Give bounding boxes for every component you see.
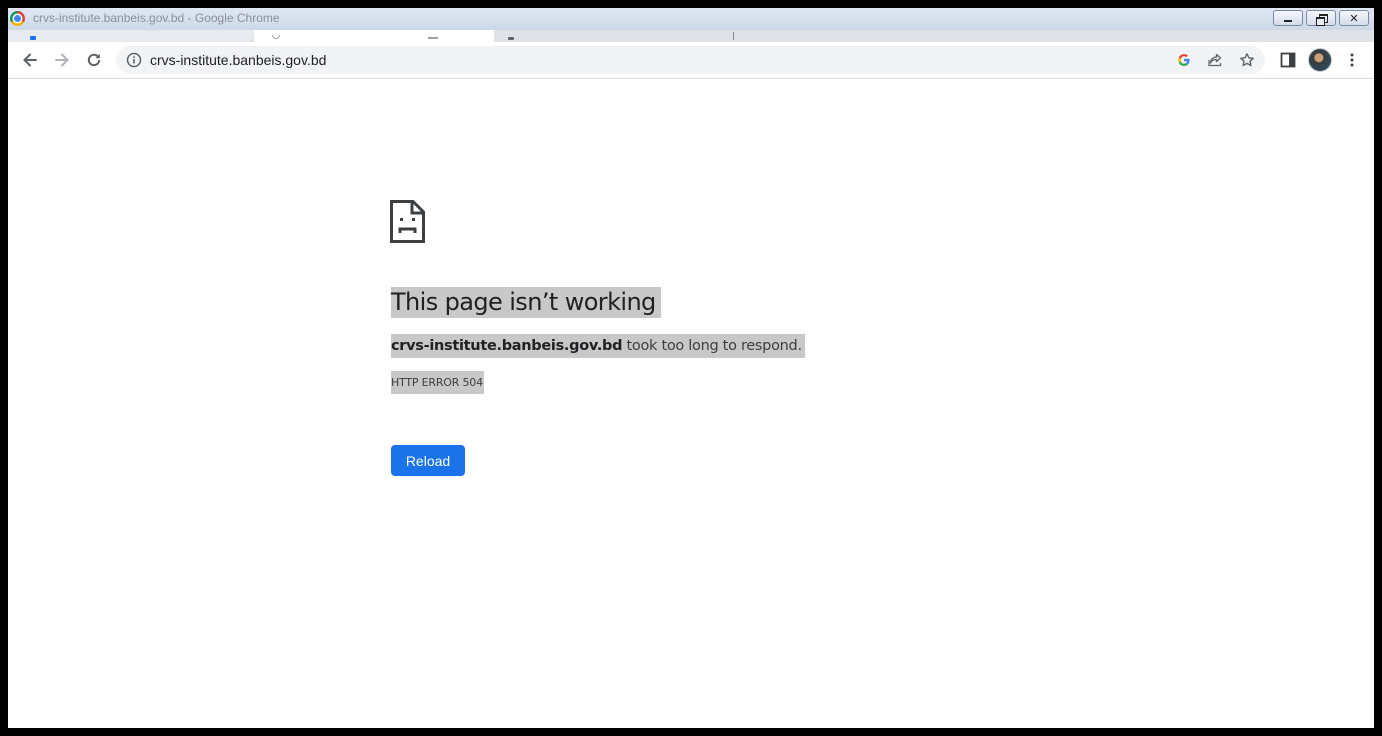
chrome-logo-icon xyxy=(10,11,25,26)
error-code: HTTP ERROR 504 xyxy=(391,371,484,394)
tab-background[interactable] xyxy=(494,30,746,42)
bookmark-star-icon[interactable] xyxy=(1238,51,1256,69)
restore-icon xyxy=(1315,13,1328,26)
tab-background[interactable] xyxy=(8,30,254,42)
close-icon: ✕ xyxy=(1349,11,1359,25)
reload-icon xyxy=(87,53,101,67)
google-icon[interactable] xyxy=(1175,51,1193,69)
forward-button[interactable] xyxy=(47,45,77,75)
tab-favicon-icon xyxy=(508,37,514,40)
close-button[interactable]: ✕ xyxy=(1339,10,1369,26)
kebab-menu-icon[interactable] xyxy=(1344,52,1360,68)
tab-separator xyxy=(733,32,734,40)
title-bar: crvs-institute.banbeis.gov.bd - Google C… xyxy=(8,8,1374,30)
profile-avatar[interactable] xyxy=(1308,48,1332,72)
reload-button[interactable]: Reload xyxy=(391,445,465,476)
minimize-icon xyxy=(1284,19,1292,22)
address-bar[interactable]: crvs-institute.banbeis.gov.bd xyxy=(116,46,1265,74)
url-text[interactable]: crvs-institute.banbeis.gov.bd xyxy=(150,52,326,68)
tab-close-icon[interactable] xyxy=(428,37,438,39)
error-description: crvs-institute.banbeis.gov.bd took too l… xyxy=(391,334,805,358)
minimize-button[interactable] xyxy=(1273,10,1303,26)
back-arrow-icon xyxy=(23,53,37,67)
site-info-icon[interactable] xyxy=(126,52,142,68)
page-content: This page isn’t working crvs-institute.b… xyxy=(8,79,1374,728)
share-icon[interactable] xyxy=(1206,51,1224,69)
sad-document-icon xyxy=(390,200,425,243)
restore-button[interactable] xyxy=(1306,10,1336,26)
tab-favicon-icon xyxy=(30,36,36,40)
back-button[interactable] xyxy=(15,45,45,75)
error-host: crvs-institute.banbeis.gov.bd xyxy=(391,338,623,354)
window-title: crvs-institute.banbeis.gov.bd - Google C… xyxy=(33,11,280,25)
reload-toolbar-button[interactable] xyxy=(79,45,109,75)
browser-window: crvs-institute.banbeis.gov.bd - Google C… xyxy=(8,8,1374,728)
error-message: took too long to respond. xyxy=(622,338,803,354)
tab-active[interactable] xyxy=(254,30,494,42)
forward-arrow-icon xyxy=(55,53,69,67)
browser-toolbar: crvs-institute.banbeis.gov.bd xyxy=(8,42,1374,79)
error-title: This page isn’t working xyxy=(391,287,661,318)
side-panel-icon[interactable] xyxy=(1279,51,1297,69)
